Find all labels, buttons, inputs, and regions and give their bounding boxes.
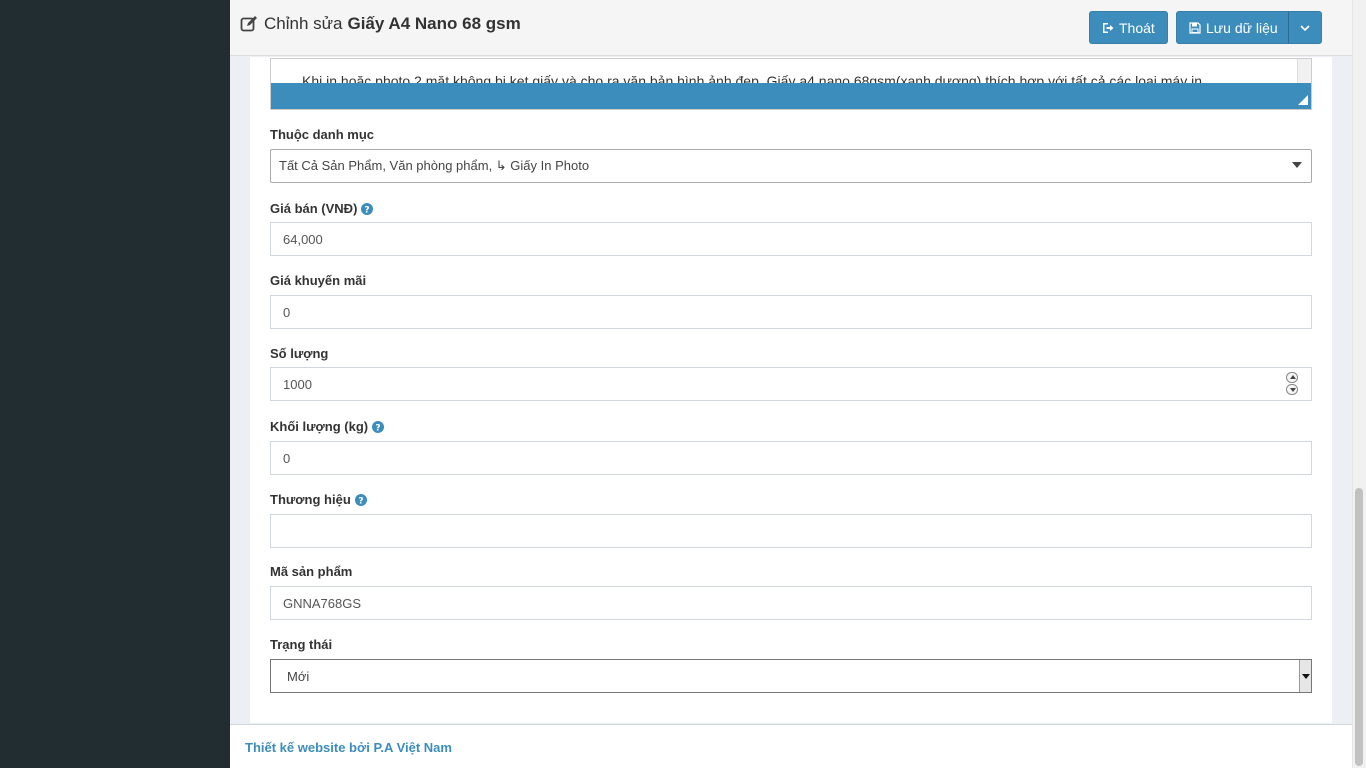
exit-button[interactable]: Thoát	[1089, 11, 1168, 44]
status-select[interactable]: Mới	[270, 659, 1312, 693]
category-select[interactable]: Tất Cả Sản Phẩm, Văn phòng phẩm, ↳ Giấy …	[270, 149, 1312, 183]
editor-scrollbar[interactable]	[1297, 59, 1311, 83]
increment-icon[interactable]	[1286, 372, 1298, 383]
quantity-label: Số lượng	[270, 346, 328, 361]
sku-input[interactable]: GNNA768GS	[270, 586, 1312, 620]
weight-value: 0	[283, 450, 291, 466]
svg-text:?: ?	[365, 205, 370, 215]
quantity-label-text: Số lượng	[270, 346, 329, 361]
category-selected-value: Tất Cả Sản Phẩm, Văn phòng phẩm, ↳ Giấy …	[279, 158, 590, 173]
editor-content[interactable]: Khi in hoặc photo 2 mặt không bị kẹt giấ…	[271, 59, 1297, 83]
weight-label-text: Khối lượng (kg)	[270, 419, 369, 434]
svg-text:?: ?	[358, 496, 363, 506]
editor-statusbar	[271, 83, 1311, 109]
description-editor[interactable]: Khi in hoặc photo 2 mặt không bị kẹt giấ…	[270, 58, 1312, 110]
edit-form-box: Khi in hoặc photo 2 mặt không bị kẹt giấ…	[250, 57, 1332, 723]
main-content: Chỉnh sửa Giấy A4 Nano 68 gsm Thoát Lưu …	[230, 0, 1352, 768]
sku-label: Mã sản phẩm	[270, 564, 352, 579]
exit-button-label: Thoát	[1119, 19, 1155, 36]
question-circle-icon[interactable]: ?	[372, 420, 385, 433]
promo-price-label: Giá khuyến mãi	[270, 273, 366, 288]
sku-value: GNNA768GS	[283, 595, 362, 611]
brand-label: Thương hiệu ?	[270, 492, 367, 507]
promo-price-label-text: Giá khuyến mãi	[270, 273, 367, 288]
chevron-down-icon	[1300, 24, 1310, 31]
price-label-text: Giá bán (VNĐ)	[270, 201, 358, 216]
price-input[interactable]: 64,000	[270, 222, 1312, 256]
status-label-text: Trạng thái	[270, 637, 333, 652]
weight-label: Khối lượng (kg) ?	[270, 419, 385, 434]
spinner-buttons[interactable]	[1286, 372, 1298, 396]
category-label: Thuộc danh mục	[270, 127, 374, 142]
save-button-label: Lưu dữ liệu	[1206, 19, 1278, 36]
brand-label-text: Thương hiệu	[270, 492, 351, 507]
weight-input[interactable]: 0	[270, 441, 1312, 475]
page-scrollbar-thumb[interactable]	[1355, 488, 1363, 766]
page-header: Chỉnh sửa Giấy A4 Nano 68 gsm Thoát Lưu …	[230, 0, 1352, 56]
footer: Thiết kế website bởi P.A Việt Nam	[230, 724, 1352, 768]
page-title: Chỉnh sửa Giấy A4 Nano 68 gsm	[240, 14, 521, 34]
status-label: Trạng thái	[270, 637, 332, 652]
sign-out-icon	[1103, 22, 1114, 33]
sku-label-text: Mã sản phẩm	[270, 564, 353, 579]
svg-text:?: ?	[375, 423, 380, 433]
caret-down-icon	[1292, 162, 1302, 168]
decrement-icon[interactable]	[1286, 384, 1298, 395]
save-options-dropdown-button[interactable]	[1288, 11, 1322, 44]
price-label: Giá bán (VNĐ) ?	[270, 201, 374, 216]
price-value: 64,000	[283, 231, 323, 247]
status-selected-value: Mới	[287, 668, 310, 684]
floppy-disk-icon	[1189, 21, 1201, 34]
footer-credit-link[interactable]: Thiết kế website bởi P.A Việt Nam	[245, 740, 452, 755]
quantity-stepper[interactable]: 1000	[270, 367, 1312, 401]
save-button[interactable]: Lưu dữ liệu	[1176, 11, 1289, 44]
resize-handle-icon[interactable]	[1298, 95, 1308, 105]
caret-down-icon	[1299, 660, 1311, 692]
question-circle-icon[interactable]: ?	[354, 493, 367, 506]
title-product: Giấy A4 Nano 68 gsm	[347, 14, 521, 33]
title-prefix: Chỉnh sửa	[264, 14, 343, 33]
question-circle-icon[interactable]: ?	[361, 202, 374, 215]
page-scrollbar[interactable]	[1352, 0, 1366, 768]
promo-price-value: 0	[283, 304, 291, 320]
quantity-value: 1000	[283, 376, 312, 392]
category-label-text: Thuộc danh mục	[270, 127, 374, 142]
promo-price-input[interactable]: 0	[270, 295, 1312, 329]
brand-input[interactable]	[270, 514, 1312, 548]
sidebar	[0, 0, 230, 768]
editor-text: Khi in hoặc photo 2 mặt không bị kẹt giấ…	[302, 73, 1206, 83]
edit-icon	[240, 16, 257, 32]
